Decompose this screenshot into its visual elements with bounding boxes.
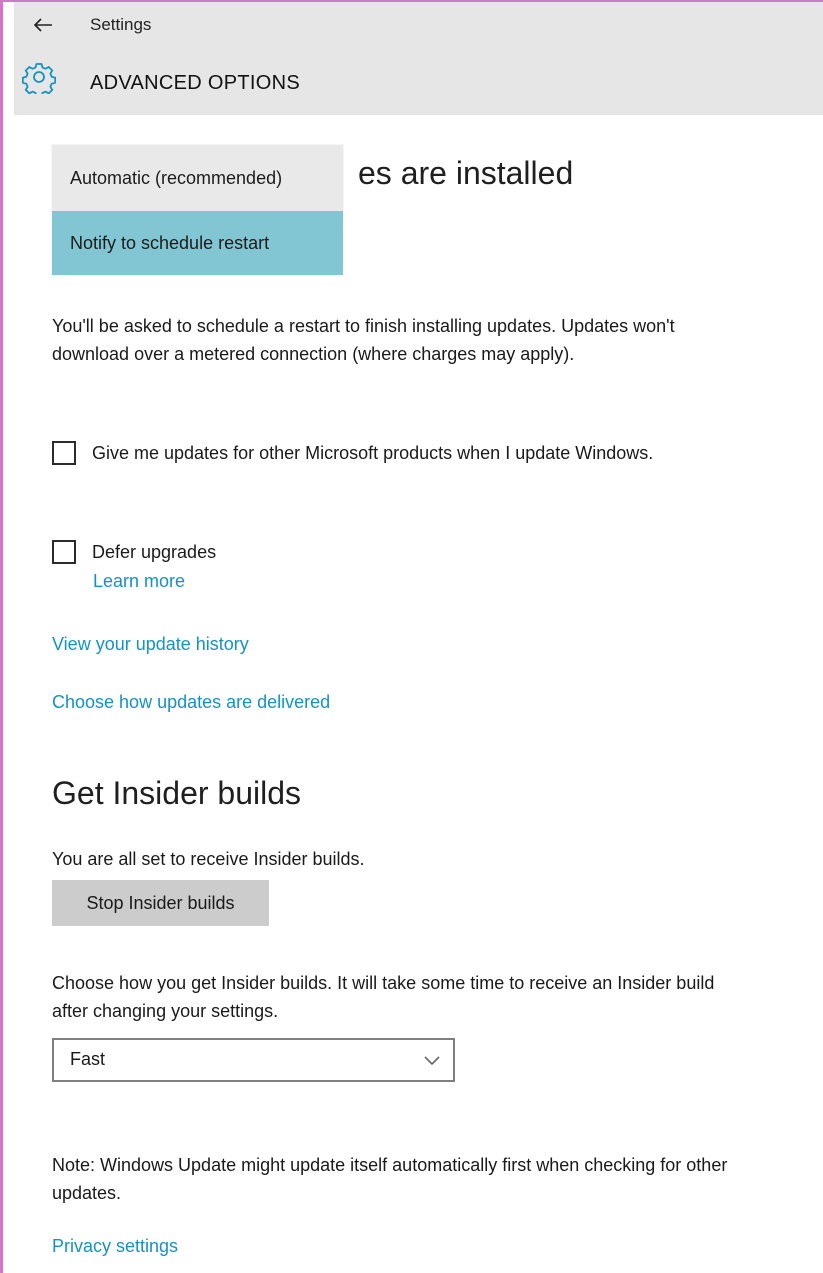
install-section-heading: es are installed [358,155,574,191]
insider-ring-value: Fast [70,1049,106,1069]
app-title: Settings [90,15,152,34]
privacy-settings-link[interactable]: Privacy settings [52,1232,178,1260]
insider-ring-select[interactable]: Fast [52,1038,455,1082]
install-mode-dropdown-list[interactable]: Automatic (recommended) Notify to schedu… [52,145,343,275]
gear-icon [22,63,56,94]
stop-insider-builds-button[interactable]: Stop Insider builds [52,880,269,926]
view-update-history-link[interactable]: View your update history [52,630,249,658]
defer-upgrades-checkbox[interactable] [52,540,76,564]
window-left-edge [0,0,3,1273]
delivery-options-link[interactable]: Choose how updates are delivered [52,688,330,716]
insider-ring-description: Choose how you get Insider builds. It wi… [52,973,715,1021]
dropdown-option-notify-restart[interactable]: Notify to schedule restart [52,211,343,275]
other-products-option[interactable]: Give me updates for other Microsoft prod… [52,439,702,467]
page-title: ADVANCED OPTIONS [90,72,301,94]
insider-status-text: You are all set to receive Insider build… [52,849,365,869]
chevron-down-icon [424,1056,440,1066]
back-arrow-icon [33,18,52,32]
insider-section-heading: Get Insider builds [52,775,302,811]
learn-more-link[interactable]: Learn more [93,567,185,595]
dropdown-option-automatic[interactable]: Automatic (recommended) [52,145,343,211]
other-products-label[interactable]: Give me updates for other Microsoft prod… [92,439,653,467]
defer-upgrades-option[interactable]: Defer upgrades [52,538,216,566]
update-note-text: Note: Windows Update might update itself… [52,1155,728,1203]
back-button[interactable] [28,10,58,40]
defer-upgrades-label[interactable]: Defer upgrades [92,538,216,566]
other-products-checkbox[interactable] [52,441,76,465]
install-mode-description: You'll be asked to schedule a restart to… [52,316,675,364]
